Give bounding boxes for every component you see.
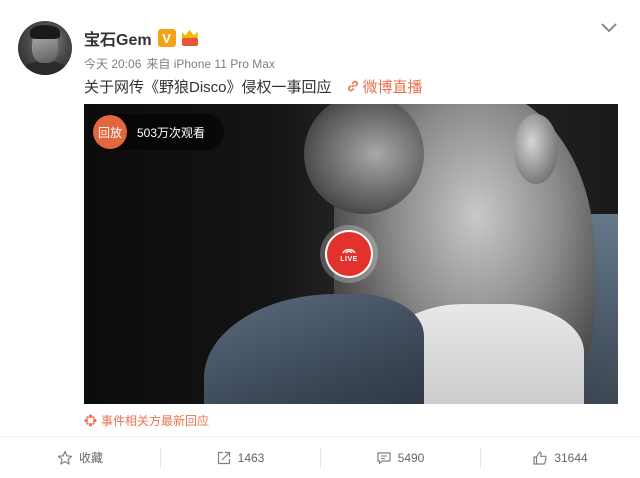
live-play-button[interactable]: LIVE [320, 225, 378, 283]
post-menu-button[interactable] [598, 18, 620, 38]
video-ear [514, 114, 558, 184]
comment-count: 5490 [397, 450, 425, 465]
star-icon [57, 450, 73, 465]
verified-badge-icon: V [157, 29, 176, 47]
view-count: 503万次观看 [137, 125, 206, 140]
related-event-label: 事件相关方最新回应 [101, 413, 210, 428]
comment-icon [377, 451, 391, 464]
favorite-label: 收藏 [78, 451, 103, 465]
related-event-link[interactable]: 事件相关方最新回应 [84, 412, 209, 428]
like-button[interactable]: 31644 [480, 437, 640, 478]
view-count-pill: 回放 503万次观看 [92, 114, 224, 150]
favorite-button[interactable]: 收藏 [0, 437, 160, 478]
like-count: 31644 [554, 450, 588, 465]
weibo-live-link-label: 微博直播 [362, 78, 423, 96]
live-label: LIVE [340, 256, 358, 263]
post-meta: 今天 20:06 来自 iPhone 11 Pro Max [84, 55, 275, 72]
video-player[interactable]: 回放 503万次观看 LIVE [84, 104, 618, 404]
link-icon [347, 80, 358, 92]
repost-icon [217, 451, 230, 464]
avatar-shoulder [20, 61, 70, 75]
like-icon [533, 450, 548, 465]
avatar[interactable] [18, 21, 72, 75]
post-text-row: 关于网传《野狼Disco》侵权一事回应 微博直播 [84, 76, 423, 96]
replay-badge: 回放 [93, 115, 127, 149]
weibo-live-link[interactable]: 微博直播 [346, 76, 423, 97]
user-row: 宝石Gem V [84, 27, 200, 49]
post-timestamp[interactable]: 今天 20:06 [84, 55, 141, 72]
comment-button[interactable]: 5490 [320, 437, 480, 478]
live-camera-icon [342, 248, 356, 254]
event-icon [84, 414, 97, 426]
action-bar: 收藏 1463 5490 31644 [0, 437, 640, 478]
crown-icon [180, 29, 200, 47]
repost-count: 1463 [237, 450, 265, 465]
repost-button[interactable]: 1463 [160, 437, 320, 478]
username[interactable]: 宝石Gem [84, 26, 152, 50]
post-source: 来自 iPhone 11 Pro Max [146, 57, 275, 71]
avatar-hair [30, 25, 60, 39]
chevron-down-icon [601, 23, 617, 33]
video-jacket-left [204, 294, 424, 404]
weibo-post-card: 宝石Gem V 今天 20:06 来自 iPhone 11 Pro Max 关于… [0, 0, 640, 478]
live-play-button-inner: LIVE [325, 230, 373, 278]
post-text: 关于网传《野狼Disco》侵权一事回应 [84, 78, 332, 96]
